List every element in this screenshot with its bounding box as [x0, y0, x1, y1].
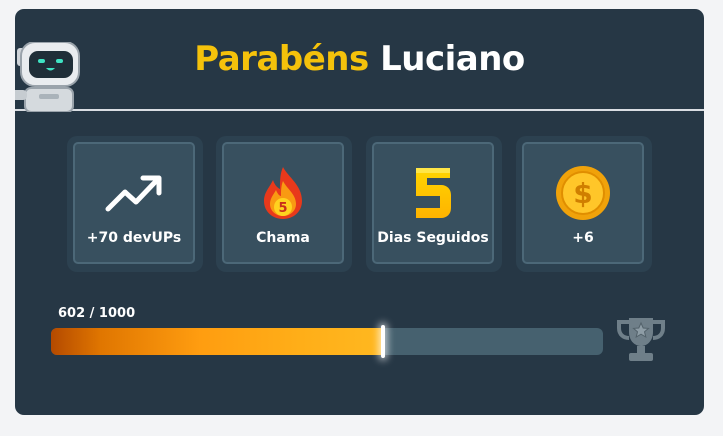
congrats-card: Parabéns Luciano +70 devUPs 5 Chama Dias…	[15, 9, 704, 415]
flame-icon: 5	[264, 167, 302, 219]
number-five-icon	[416, 168, 451, 218]
stat-devups-icon-wrap	[75, 166, 193, 220]
page-title: Parabéns Luciano	[15, 39, 704, 79]
progress-fill	[51, 328, 383, 355]
stat-coins-label: +6	[572, 230, 594, 246]
svg-text:$: $	[573, 177, 592, 210]
stat-coins-tile: $ +6	[522, 142, 644, 264]
title-greeting: Parabéns	[194, 39, 369, 79]
stat-coins-icon-wrap: $	[524, 166, 642, 220]
stat-flame-icon-wrap: 5	[224, 166, 342, 220]
title-user-name: Luciano	[380, 39, 525, 79]
progress-text: 602 / 1000	[58, 306, 136, 321]
dollar-coin-icon: $	[556, 166, 610, 220]
stat-devups-tile: +70 devUPs	[73, 142, 195, 264]
stat-streak: Dias Seguidos	[366, 136, 502, 272]
stat-streak-label: Dias Seguidos	[377, 230, 489, 246]
stat-flame: 5 Chama	[216, 136, 352, 272]
trophy-icon	[617, 318, 665, 361]
stat-coins: $ +6	[516, 136, 652, 272]
stat-flame-label: Chama	[256, 230, 310, 246]
stat-devups: +70 devUPs	[67, 136, 203, 272]
stat-streak-tile: Dias Seguidos	[372, 142, 494, 264]
stats-row: +70 devUPs 5 Chama Dias Seguidos $ +6	[67, 136, 653, 272]
stat-streak-icon-wrap	[374, 166, 492, 220]
trending-up-icon	[105, 175, 162, 212]
stat-devups-label: +70 devUPs	[86, 230, 182, 246]
stat-flame-tile: 5 Chama	[222, 142, 344, 264]
progress-marker	[381, 325, 385, 358]
progress-bar	[51, 325, 603, 358]
flame-badge-number: 5	[278, 201, 287, 216]
card-header: Parabéns Luciano	[15, 9, 704, 112]
